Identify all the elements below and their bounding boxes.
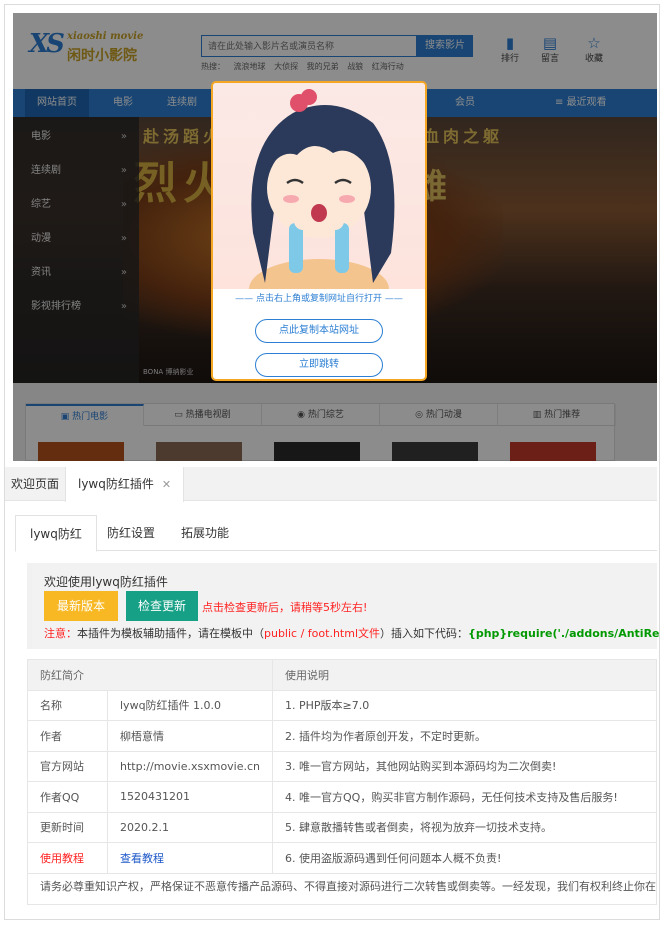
anime-girl-illustration: [213, 83, 425, 319]
row-key: 更新时间: [27, 811, 108, 843]
table-row: 更新时间 2020.2.1 5. 肆意散播转售或者倒卖，将视为放弃一切技术支持。: [27, 811, 657, 843]
copyright-note: 请务必尊重知识产权，严格保证不恶意传播产品源码、不得直接对源码进行二次转售或倒卖…: [27, 873, 657, 905]
row-value: lywq防红插件 1.0.0: [106, 689, 274, 721]
install-note: 注意：本插件为模板辅助插件，请在模板中（public / foot.html文件…: [44, 625, 660, 641]
row-key: 官方网站: [27, 750, 108, 782]
note-text: 本插件为模板辅助插件，请在模板中（: [77, 627, 264, 640]
table-row: 作者 柳梧意情 2. 插件均为作者原创开发，不定时更新。: [27, 720, 657, 752]
header-intro: 防红简介: [26, 659, 274, 691]
table-row: 使用教程 查看教程 6. 使用盗版源码遇到任何问题本人概不负责!: [27, 842, 657, 874]
row-key: 作者: [27, 720, 108, 752]
admin-tabbar: 欢迎页面 lywq防红插件 ✕: [5, 467, 657, 502]
copy-url-button[interactable]: 点此复制本站网址: [255, 319, 383, 343]
tab-label: lywq防红插件: [78, 477, 154, 491]
subtab-extensions[interactable]: 拓展功能: [167, 515, 243, 551]
table-header: 防红简介 使用说明: [26, 659, 657, 691]
notice-title: 欢迎使用lywq防红插件: [44, 575, 168, 589]
row-value: 柳梧意情: [106, 720, 274, 752]
jump-button[interactable]: 立即跳转: [255, 353, 383, 377]
check-update-button[interactable]: 检查更新: [126, 591, 198, 621]
row-value: http://movie.xsxmovie.cn: [106, 750, 274, 782]
row-value: 查看教程: [106, 842, 274, 874]
screenshot-frame: XS xiaoshi movie 闲时小影院 搜索影片 热搜： 流浪地球 大侦探…: [4, 4, 660, 920]
tab-lywq-plugin[interactable]: lywq防红插件 ✕: [65, 467, 185, 502]
open-in-browser-popup: —— 点击右上角或复制网址自行打开 —— 点此复制本站网址 立即跳转: [211, 81, 427, 381]
tab-welcome[interactable]: 欢迎页面: [5, 467, 71, 501]
subtab-lywq[interactable]: lywq防红: [15, 515, 97, 552]
plugin-info-table: 防红简介 使用说明 名称 lywq防红插件 1.0.0 1. PHP版本≥7.0…: [26, 659, 657, 874]
note-label: 注意：: [44, 627, 77, 640]
close-icon[interactable]: ✕: [162, 478, 171, 491]
plugin-subtabs: lywq防红 防红设置 拓展功能: [15, 515, 657, 552]
row-desc: 1. PHP版本≥7.0: [272, 689, 657, 721]
note-file: public / foot.html文件: [264, 627, 380, 640]
table-row: 官方网站 http://movie.xsxmovie.cn 3. 唯一官方网站，…: [27, 750, 657, 782]
tutorial-link[interactable]: 查看教程: [120, 852, 164, 865]
table-row: 名称 lywq防红插件 1.0.0 1. PHP版本≥7.0: [27, 689, 657, 721]
latest-version-button[interactable]: 最新版本: [44, 591, 118, 621]
welcome-notice: 欢迎使用lywq防红插件 最新版本 检查更新 点击检查更新后，请稍等5秒左右! …: [27, 563, 660, 649]
note-code: {php}require('./addons/AntiRed/html/lywq: [468, 627, 660, 640]
row-desc: 6. 使用盗版源码遇到任何问题本人概不负责!: [272, 842, 657, 874]
table-row: 作者QQ 1520431201 4. 唯一官方QQ，购买非官方制作源码，无任何技…: [27, 781, 657, 813]
row-desc: 5. 肆意散播转售或者倒卖，将视为放弃一切技术支持。: [272, 811, 657, 843]
row-desc: 3. 唯一官方网站，其他网站购买到本源码均为二次倒卖!: [272, 750, 657, 782]
row-key: 名称: [27, 689, 108, 721]
row-key: 作者QQ: [27, 781, 108, 813]
row-value: 1520431201: [106, 781, 274, 813]
note-text-2: ）插入如下代码：: [380, 627, 468, 640]
row-value: 2020.2.1: [106, 811, 274, 843]
row-desc: 4. 唯一官方QQ，购买非官方制作源码，无任何技术支持及售后服务!: [272, 781, 657, 813]
subtab-settings[interactable]: 防红设置: [93, 515, 169, 551]
header-usage: 使用说明: [272, 659, 657, 691]
row-desc: 2. 插件均为作者原创开发，不定时更新。: [272, 720, 657, 752]
website-preview: XS xiaoshi movie 闲时小影院 搜索影片 热搜： 流浪地球 大侦探…: [13, 13, 657, 461]
update-tip: 点击检查更新后，请稍等5秒左右!: [202, 601, 368, 614]
popup-hint: —— 点击右上角或复制网址自行打开 ——: [235, 294, 403, 304]
row-key: 使用教程: [27, 842, 108, 874]
